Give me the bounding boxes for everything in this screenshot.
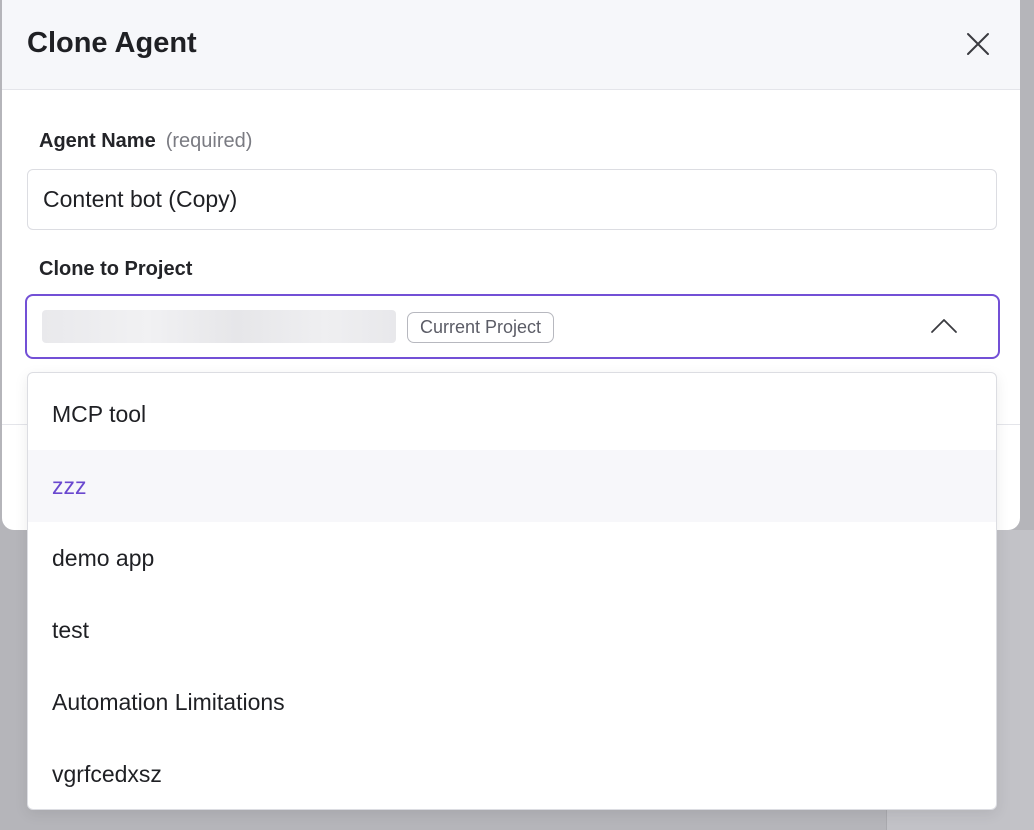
agent-name-label: Agent Name (required) <box>39 130 252 153</box>
dropdown-option[interactable]: test <box>28 594 996 666</box>
current-project-badge: Current Project <box>407 312 555 343</box>
project-dropdown-menu: MCP tool zzz demo app test Automation Li… <box>27 372 997 810</box>
project-select[interactable]: Current Project <box>25 294 1000 359</box>
close-icon <box>967 33 989 55</box>
dropdown-option[interactable]: vgrfcedxsz <box>28 738 996 809</box>
dropdown-option[interactable]: zzz <box>28 450 996 522</box>
chevron-up-icon <box>929 314 959 338</box>
close-button[interactable] <box>962 28 994 60</box>
agent-name-input[interactable] <box>27 169 997 230</box>
dropdown-option[interactable]: Automation Limitations <box>28 666 996 738</box>
clone-to-project-label: Clone to Project <box>39 258 193 280</box>
dialog-title: Clone Agent <box>27 27 197 59</box>
redacted-project-name <box>42 310 396 343</box>
dialog-header: Clone Agent <box>2 0 1020 90</box>
dropdown-option[interactable]: MCP tool <box>28 378 996 450</box>
required-hint: (required) <box>165 130 253 152</box>
dropdown-option[interactable]: demo app <box>28 522 996 594</box>
agent-name-label-text: Agent Name <box>39 130 156 152</box>
